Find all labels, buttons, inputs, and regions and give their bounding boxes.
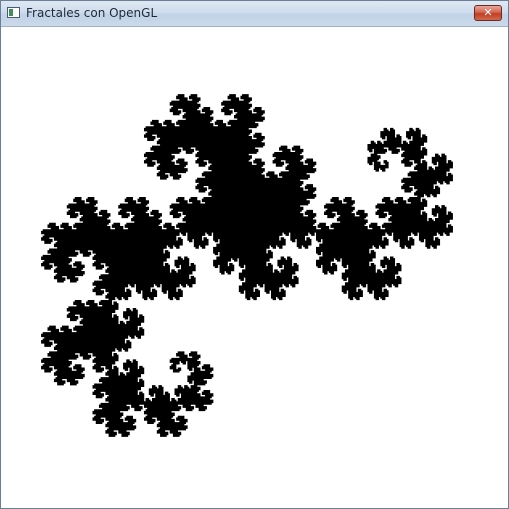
app-window-icon[interactable] xyxy=(7,7,20,18)
close-button[interactable]: ✕ xyxy=(474,5,502,21)
title-bar[interactable]: Fractales con OpenGL ✕ xyxy=(1,1,508,27)
dragon-fractal xyxy=(41,94,453,437)
close-icon: ✕ xyxy=(483,6,493,19)
app-window: Fractales con OpenGL ✕ xyxy=(0,0,509,509)
opengl-canvas-area xyxy=(4,28,505,507)
dragon-curve-path xyxy=(41,94,453,437)
window-title: Fractales con OpenGL xyxy=(26,6,158,20)
